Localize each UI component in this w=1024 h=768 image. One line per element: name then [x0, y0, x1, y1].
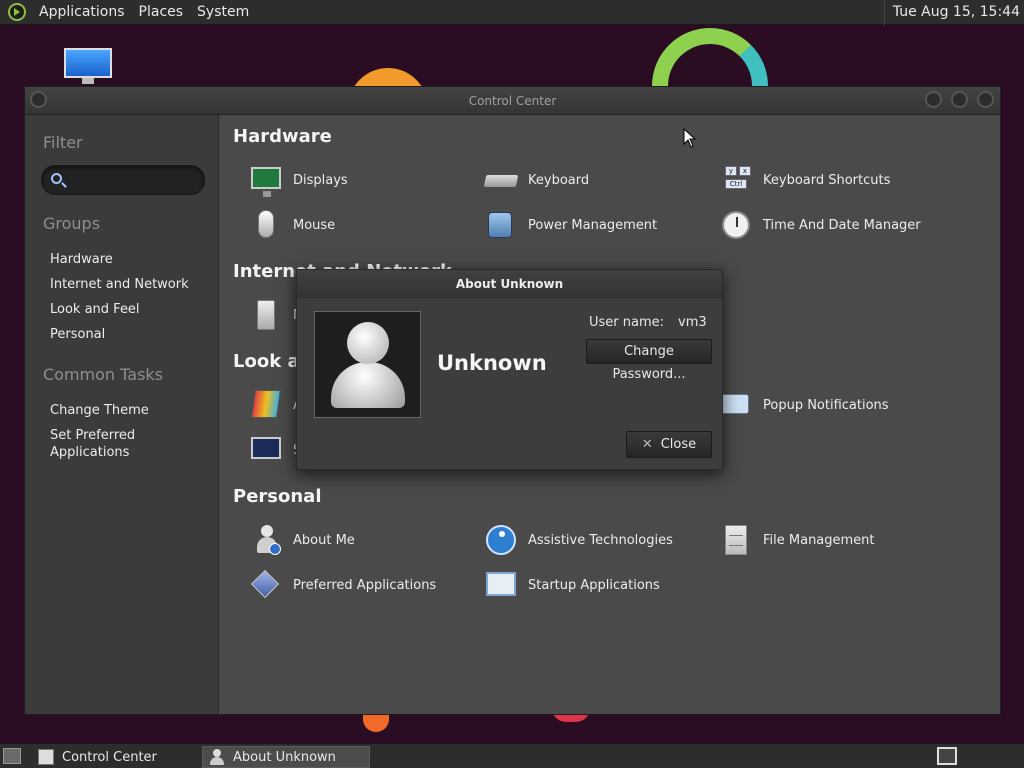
applications-menu[interactable]: Applications — [32, 0, 132, 25]
item-appearance[interactable]: A — [249, 388, 302, 422]
group-personal[interactable]: Personal — [50, 326, 105, 343]
screensaver-icon — [249, 433, 283, 467]
item-startup-applications[interactable]: Startup Applications — [484, 568, 660, 602]
item-label: Displays — [293, 172, 348, 188]
control-center-icon — [38, 749, 54, 765]
trash-icon[interactable] — [937, 747, 957, 765]
mouse-pointer-icon — [683, 128, 697, 148]
item-label: File Management — [763, 532, 875, 548]
clock-icon — [719, 208, 753, 242]
item-popup-notifications[interactable]: Popup Notifications — [719, 388, 889, 422]
control-center-titlebar[interactable]: Control Center — [25, 87, 1000, 115]
places-menu[interactable]: Places — [132, 0, 191, 25]
item-keyboard-shortcuts[interactable]: y x Ctrl Keyboard Shortcuts — [719, 163, 890, 197]
minimize-button[interactable] — [925, 91, 942, 108]
network-icon — [249, 298, 283, 332]
search-icon — [51, 173, 62, 184]
item-time-and-date[interactable]: Time And Date Manager — [719, 208, 921, 242]
groups-heading: Groups — [43, 214, 101, 233]
item-preferred-applications[interactable]: Preferred Applications — [249, 568, 436, 602]
task-set-preferred-applications[interactable]: Set Preferred Applications — [50, 427, 135, 461]
panel-clock[interactable]: Tue Aug 15, 15:44 — [883, 0, 1020, 25]
mate-logo-icon[interactable] — [8, 3, 26, 21]
taskbar-control-center[interactable]: Control Center — [32, 746, 200, 768]
section-personal-title: Personal — [233, 486, 322, 507]
item-label: Keyboard — [528, 172, 590, 188]
close-window-button[interactable] — [977, 91, 994, 108]
common-tasks-heading: Common Tasks — [43, 365, 164, 384]
about-me-dialog: About Unknown Unknown User name: vm3 Cha… — [296, 269, 723, 470]
item-label: Keyboard Shortcuts — [763, 172, 891, 188]
item-displays[interactable]: Displays — [249, 163, 348, 197]
filter-heading: Filter — [43, 133, 83, 152]
appearance-icon — [249, 388, 283, 422]
mouse-icon — [249, 208, 283, 242]
search-field[interactable] — [41, 165, 205, 195]
system-menu[interactable]: System — [190, 0, 256, 25]
username-label: User name: — [589, 315, 665, 330]
item-label: Preferred Applications — [293, 577, 437, 593]
item-assistive-technologies[interactable]: Assistive Technologies — [484, 523, 673, 557]
item-network[interactable]: N — [249, 298, 303, 332]
maximize-button[interactable] — [951, 91, 968, 108]
item-screensaver[interactable]: S — [249, 433, 301, 467]
startup-applications-icon — [484, 568, 518, 602]
sidebar: Filter Groups Hardware Internet and Netw… — [25, 115, 219, 714]
item-about-me[interactable]: About Me — [249, 523, 355, 557]
item-label: Assistive Technologies — [528, 532, 673, 548]
file-cabinet-icon — [719, 523, 753, 557]
top-panel: Applications Places System Tue Aug 15, 1… — [0, 0, 1024, 25]
username-value: vm3 — [678, 315, 707, 330]
preferred-applications-icon — [249, 568, 283, 602]
group-hardware[interactable]: Hardware — [50, 251, 113, 268]
item-label: Mouse — [293, 217, 336, 233]
group-internet-network[interactable]: Internet and Network — [50, 276, 189, 293]
section-hardware-title: Hardware — [233, 126, 332, 147]
keyboard-icon — [483, 163, 519, 197]
group-look-and-feel[interactable]: Look and Feel — [50, 301, 140, 318]
close-button[interactable]: ✕ Close — [626, 431, 712, 458]
user-icon — [209, 749, 225, 765]
taskbar-about-unknown[interactable]: About Unknown — [202, 746, 370, 768]
user-full-name: Unknown — [437, 351, 547, 375]
show-desktop-icon[interactable] — [3, 748, 21, 764]
search-input[interactable] — [70, 170, 198, 190]
bottom-panel: Control Center About Unknown — [0, 743, 1024, 768]
close-icon: ✕ — [641, 437, 653, 452]
change-password-button[interactable]: Change Password... — [586, 339, 712, 382]
item-mouse[interactable]: Mouse — [249, 208, 335, 242]
task-change-theme[interactable]: Change Theme — [50, 402, 149, 419]
item-label: Time And Date Manager — [763, 217, 921, 233]
notification-bubble-icon — [719, 388, 753, 422]
item-keyboard[interactable]: Keyboard — [483, 163, 590, 197]
user-info-icon — [249, 523, 283, 557]
item-power-management[interactable]: Power Management — [484, 208, 657, 242]
dialog-title[interactable]: About Unknown — [297, 270, 722, 298]
item-label: About Me — [293, 532, 355, 548]
task-label: About Unknown — [233, 749, 336, 765]
window-title: Control Center — [468, 94, 557, 108]
item-label: Popup Notifications — [763, 397, 889, 413]
item-label: Startup Applications — [528, 577, 660, 593]
keyboard-shortcuts-icon: y x Ctrl — [719, 163, 753, 197]
computer-desktop-icon[interactable] — [64, 48, 112, 84]
display-icon — [249, 163, 283, 197]
task-label: Control Center — [62, 749, 157, 765]
item-label: Power Management — [528, 217, 658, 233]
power-management-icon — [484, 208, 518, 242]
user-avatar-icon[interactable] — [314, 311, 421, 418]
accessibility-icon — [484, 523, 518, 557]
item-file-management[interactable]: File Management — [719, 523, 875, 557]
close-button-label: Close — [660, 437, 697, 452]
